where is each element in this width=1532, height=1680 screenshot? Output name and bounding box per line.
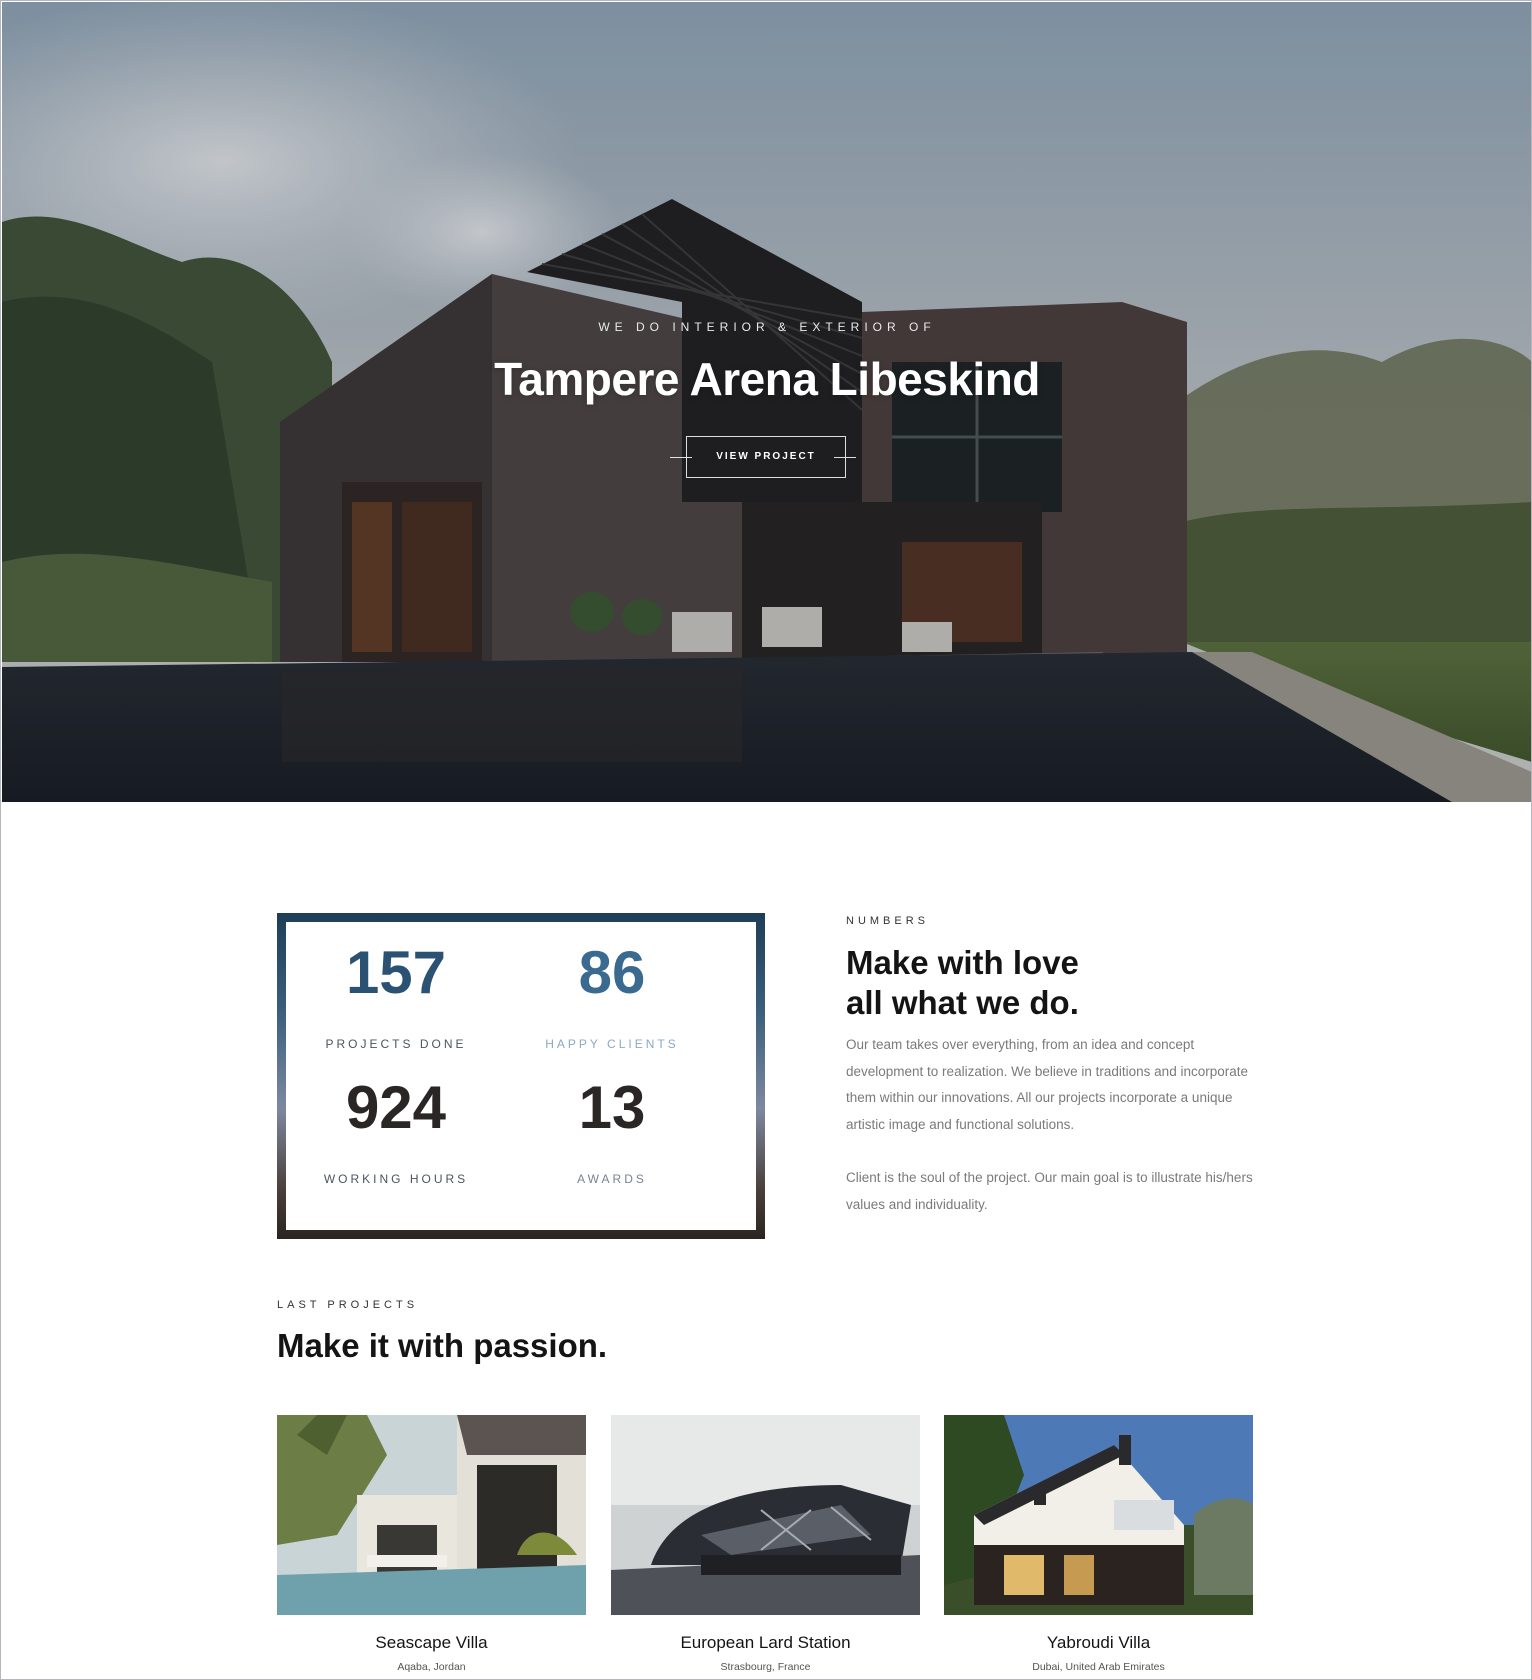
stat-happy-clients: 86 HAPPY CLIENTS xyxy=(502,939,722,1052)
projects-title: Make it with passion. xyxy=(277,1327,608,1364)
numbers-title-line2: all what we do. xyxy=(846,984,1079,1021)
project-location: Dubai, United Arab Emirates xyxy=(1032,1661,1165,1673)
project-card-yabroudi-villa[interactable]: Yabroudi Villa Dubai, United Arab Emirat… xyxy=(944,1415,1253,1673)
stat-label: HAPPY CLIENTS xyxy=(545,1037,679,1051)
view-project-button-wrap: VIEW PROJECT xyxy=(670,436,856,478)
numbers-kicker: NUMBERS xyxy=(846,915,930,927)
hero-kicker: WE DO INTERIOR & EXTERIOR OF xyxy=(598,320,936,334)
view-project-button[interactable]: VIEW PROJECT xyxy=(686,436,846,478)
hero-content: WE DO INTERIOR & EXTERIOR OF Tampere Are… xyxy=(2,2,1531,802)
stat-value: 157 xyxy=(345,939,447,1006)
project-name[interactable]: Yabroudi Villa xyxy=(944,1633,1253,1653)
stat-working-hours: 924 WORKING HOURS xyxy=(286,1074,506,1187)
stat-label: PROJECTS DONE xyxy=(325,1037,467,1051)
project-image[interactable] xyxy=(611,1415,920,1615)
hero-section: WE DO INTERIOR & EXTERIOR OF Tampere Are… xyxy=(2,2,1531,802)
stat-value: 13 xyxy=(578,1074,646,1141)
stats-grid: 157 PROJECTS DONE 86 HAPPY CLIENTS 924 W… xyxy=(277,913,765,1239)
project-image[interactable] xyxy=(944,1415,1253,1615)
project-location: Aqaba, Jordan xyxy=(397,1661,466,1673)
hero-title: Tampere Arena Libeskind xyxy=(494,353,1040,405)
projects-kicker: LAST PROJECTS xyxy=(277,1299,419,1311)
project-location: Strasbourg, France xyxy=(720,1661,811,1673)
stat-value: 924 xyxy=(345,1074,447,1141)
project-card-seascape-villa[interactable]: Seascape Villa Aqaba, Jordan xyxy=(277,1415,586,1673)
numbers-title-line1: Make with love xyxy=(846,944,1079,981)
stat-label: WORKING HOURS xyxy=(323,1172,469,1186)
project-name[interactable]: Seascape Villa xyxy=(277,1633,586,1653)
stat-awards: 13 AWARDS xyxy=(502,1074,722,1187)
numbers-paragraph-2: Client is the soul of the project. Our m… xyxy=(846,1170,1253,1212)
stat-projects-done: 157 PROJECTS DONE xyxy=(286,939,506,1052)
project-image[interactable] xyxy=(277,1415,586,1615)
page-frame: WE DO INTERIOR & EXTERIOR OF Tampere Are… xyxy=(0,0,1532,1680)
numbers-paragraph-1: Our team takes over everything, from an … xyxy=(846,1037,1248,1132)
numbers-title: Make with love all what we do. xyxy=(846,943,1266,1023)
button-line-right xyxy=(834,457,856,458)
stat-label: AWARDS xyxy=(577,1172,647,1186)
project-card-european-lard-station[interactable]: European Lard Station Strasbourg, France xyxy=(611,1415,920,1673)
stat-value: 86 xyxy=(578,939,646,1006)
project-name[interactable]: European Lard Station xyxy=(611,1633,920,1653)
